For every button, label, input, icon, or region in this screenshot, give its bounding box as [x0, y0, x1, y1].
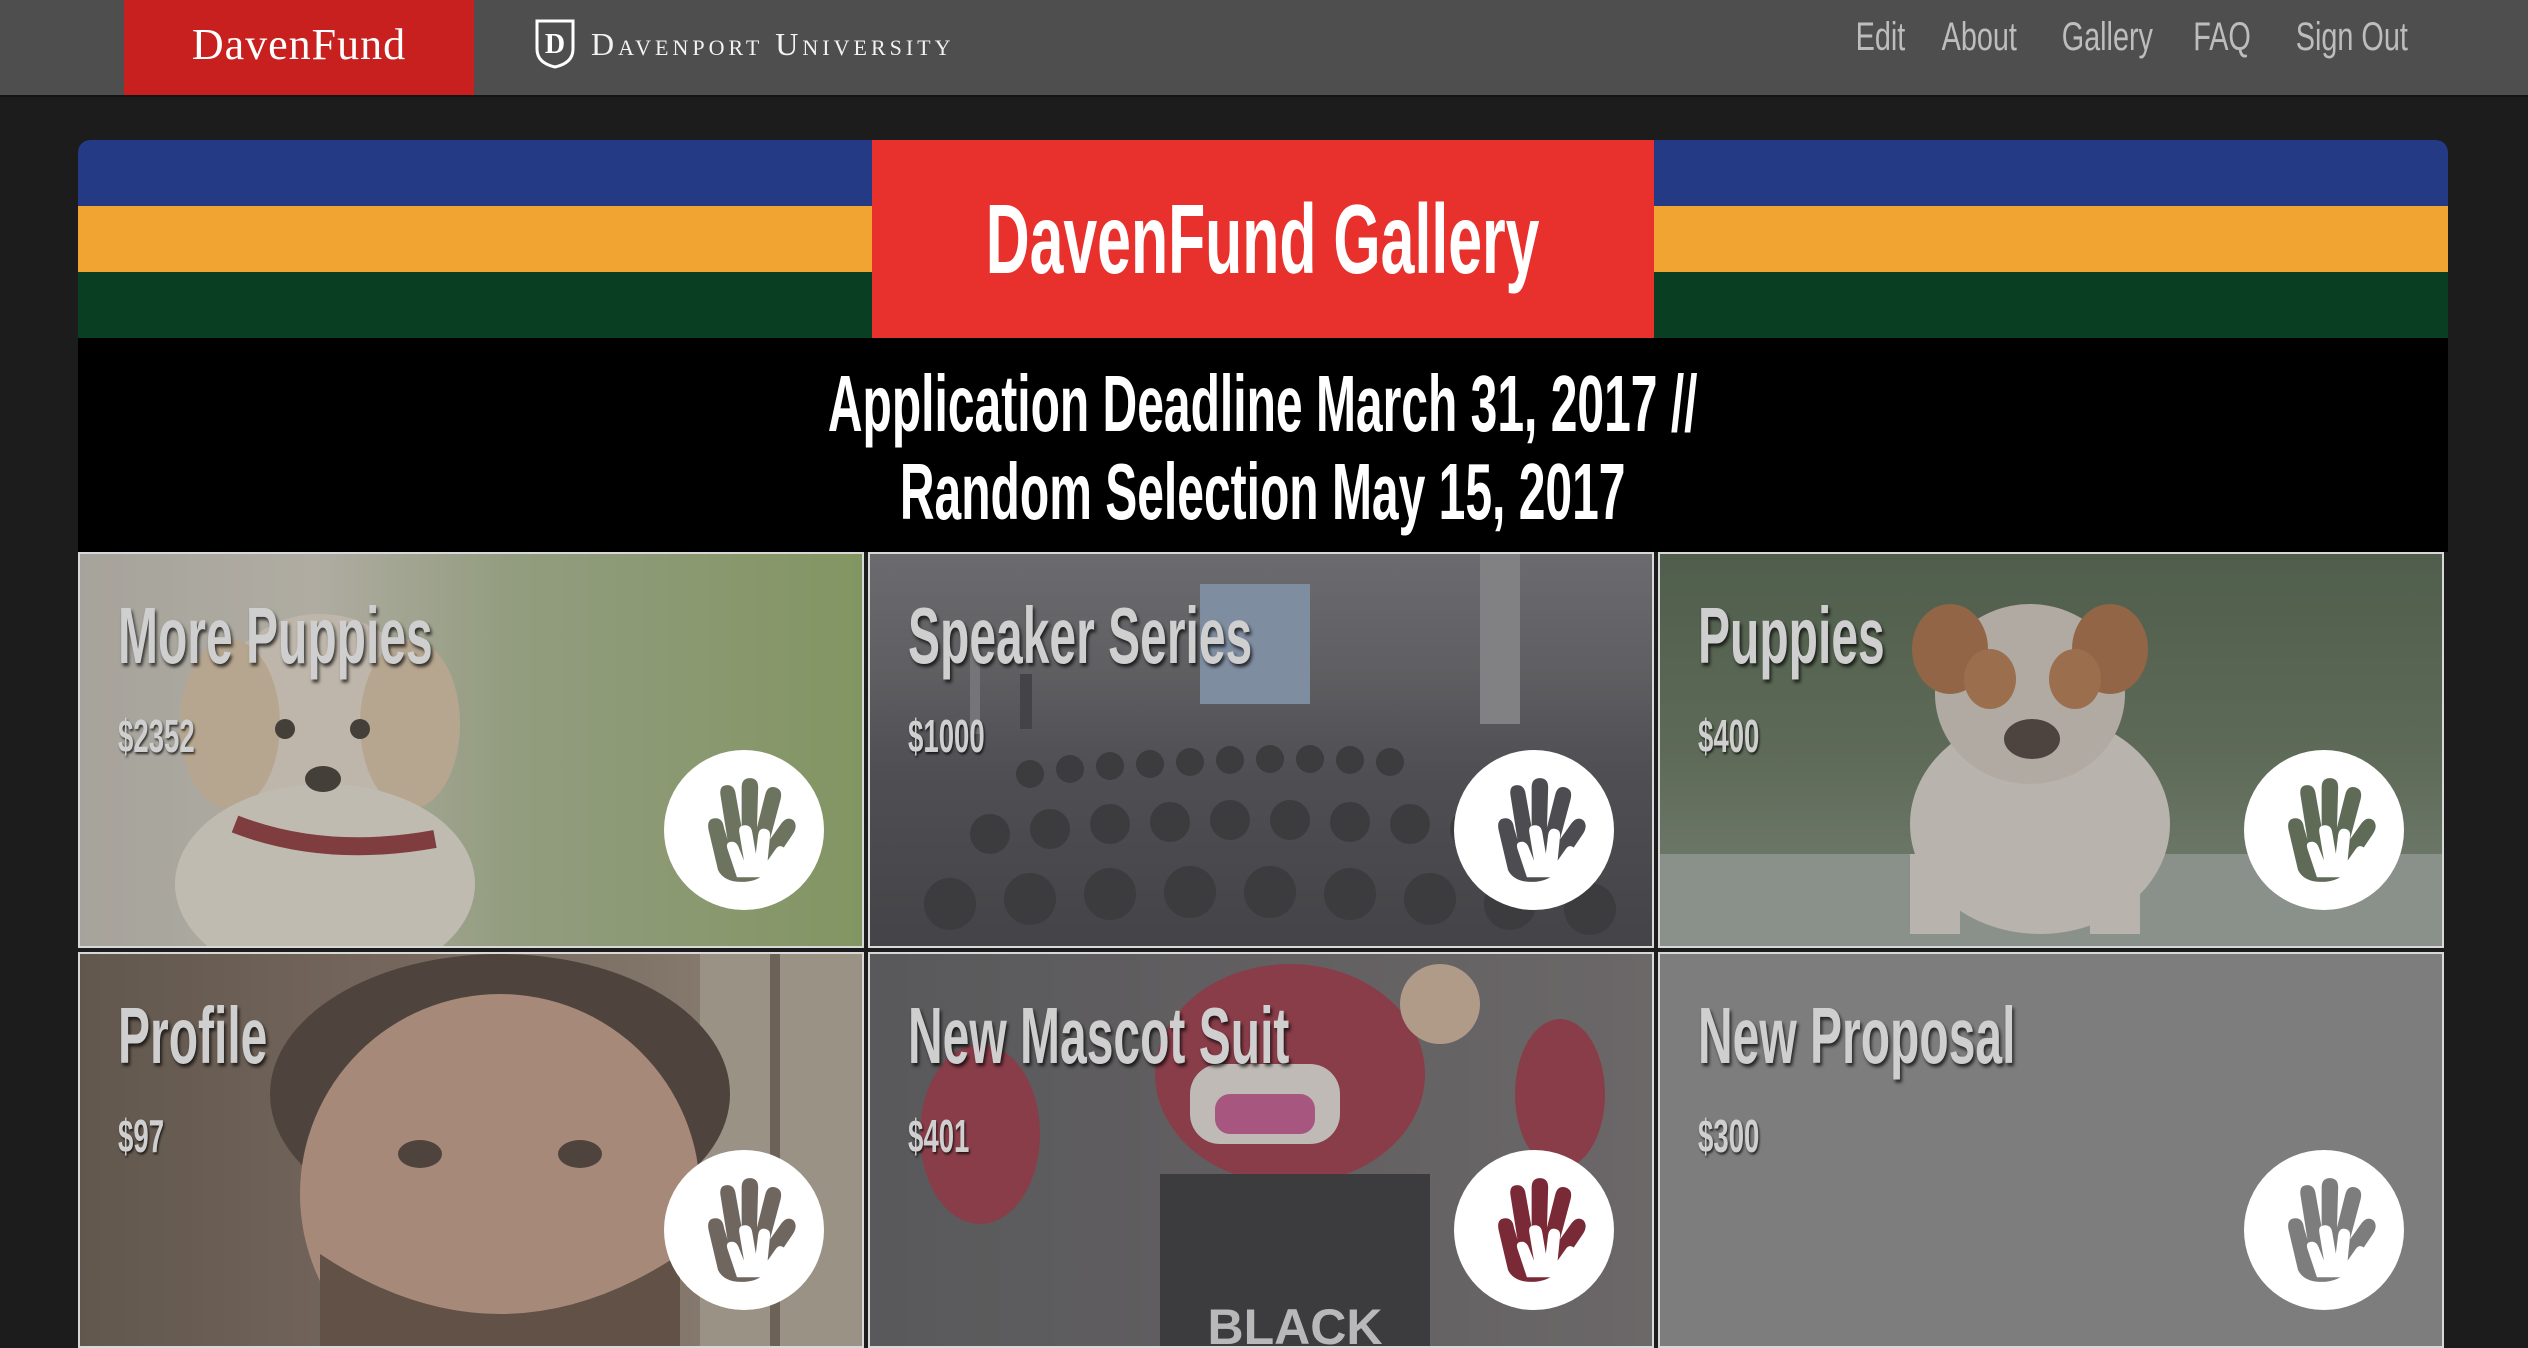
main-nav: Edit About Gallery FAQ Sign Out — [1856, 0, 2416, 75]
university-name: Davenport University — [591, 25, 955, 62]
logo-text: DavenFund — [191, 20, 407, 69]
proposal-tile[interactable]: More Puppies $2352 — [78, 552, 864, 948]
nav-edit[interactable]: Edit — [1856, 15, 1906, 60]
proposal-tile[interactable]: Puppies $400 — [1658, 552, 2444, 948]
university-shield-icon: D — [533, 19, 577, 69]
page-title-box: DavenFund Gallery — [872, 140, 1654, 338]
tile-title: Speaker Series — [908, 591, 1253, 680]
tile-amount: $400 — [1698, 710, 1760, 762]
tile-amount: $1000 — [908, 710, 985, 762]
top-navbar: DavenFund D Davenport University Edit Ab… — [0, 0, 2528, 97]
tile-title: New Mascot Suit — [908, 991, 1290, 1080]
nav-faq[interactable]: FAQ — [2194, 15, 2252, 60]
deadline-line-1: Application Deadline March 31, 2017 // — [828, 358, 1698, 448]
deadline-line-2: Random Selection May 15, 2017 — [900, 446, 1626, 536]
proposal-tile[interactable]: Speaker Series $1000 — [868, 552, 1654, 948]
tile-amount: $300 — [1698, 1110, 1760, 1162]
helping-hand-icon[interactable] — [664, 750, 824, 910]
deadline-notice: Application Deadline March 31, 2017 // R… — [78, 345, 2448, 550]
page-title: DavenFund Gallery — [986, 183, 1540, 294]
proposal-tile[interactable]: New Proposal $300 — [1658, 952, 2444, 1348]
nav-gallery[interactable]: Gallery — [2061, 15, 2152, 60]
helping-hand-icon[interactable] — [1454, 1150, 1614, 1310]
tile-title: More Puppies — [118, 591, 433, 680]
tile-amount: $2352 — [118, 710, 195, 762]
tile-amount: $401 — [908, 1110, 970, 1162]
tile-title: Profile — [118, 991, 268, 1080]
tile-title: Puppies — [1698, 591, 1885, 680]
gallery-banner: DavenFund Gallery Application Deadline M… — [78, 140, 2448, 552]
nav-about[interactable]: About — [1942, 15, 2017, 60]
proposal-gallery: More Puppies $2352 Speaker Series $1000 — [78, 552, 2448, 1348]
helping-hand-icon[interactable] — [664, 1150, 824, 1310]
tile-title: New Proposal — [1698, 991, 2016, 1080]
davenfund-logo[interactable]: DavenFund — [124, 0, 474, 95]
helping-hand-icon[interactable] — [1454, 750, 1614, 910]
tile-amount: $97 — [118, 1110, 165, 1162]
university-logo[interactable]: D Davenport University — [533, 18, 955, 70]
nav-sign-out[interactable]: Sign Out — [2296, 15, 2408, 60]
proposal-tile[interactable]: BLACK New Mascot Suit $401 — [868, 952, 1654, 1348]
helping-hand-icon[interactable] — [2244, 1150, 2404, 1310]
proposal-tile[interactable]: Profile $97 — [78, 952, 864, 1348]
svg-text:D: D — [545, 29, 565, 60]
helping-hand-icon[interactable] — [2244, 750, 2404, 910]
